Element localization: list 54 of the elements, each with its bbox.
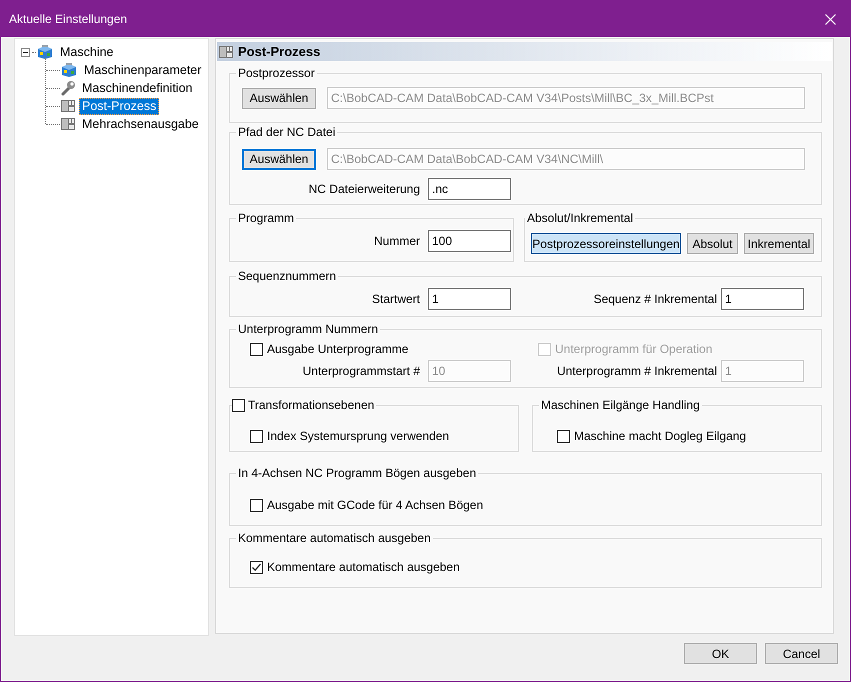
group-title: Kommentare automatisch ausgeben	[237, 531, 432, 545]
group-title: In 4-Achsen NC Programm Bögen ausgeben	[237, 466, 478, 480]
tree-item[interactable]: Mehrachsenausgabe	[79, 116, 202, 132]
tree-item[interactable]: Maschine	[57, 44, 116, 60]
group-title: Maschinen Eilgänge Handling	[540, 398, 701, 412]
checkbox-label: Kommentare automatisch ausgeben	[267, 560, 460, 574]
mode-button[interactable]: Absolut	[687, 233, 738, 254]
field-label: NC Dateierweiterung	[308, 182, 420, 196]
machine-icon	[60, 62, 78, 78]
select-button[interactable]: Auswählen	[242, 148, 316, 170]
window-title: Aktuelle Einstellungen	[9, 12, 128, 26]
group-title: Unterprogramm Nummern	[237, 322, 380, 336]
checkbox-label: Index Systemursprung verwenden	[267, 429, 450, 443]
dialog-button[interactable]: OK	[684, 643, 757, 664]
text-field[interactable]: .nc	[428, 178, 511, 200]
field-label: Nummer	[372, 234, 420, 248]
group-title: Programm	[237, 211, 296, 225]
close-icon[interactable]	[825, 14, 836, 24]
checkbox-label: Unterprogramm für Operation	[555, 342, 712, 356]
checkbox[interactable]	[250, 498, 263, 512]
checkbox-label: Ausgabe mit GCode für 4 Achsen Bögen	[267, 498, 484, 512]
panel-icon	[218, 44, 234, 60]
tree-item[interactable]: Maschinendefinition	[79, 80, 196, 96]
group-title: Postprozessor	[237, 66, 316, 80]
text-field[interactable]: 1	[721, 288, 804, 310]
text-field[interactable]: 100	[428, 230, 511, 252]
tree-item[interactable]: Post-Prozess	[79, 98, 160, 114]
mode-button[interactable]: Inkremental	[744, 233, 814, 254]
checkbox[interactable]	[232, 398, 245, 412]
checkbox[interactable]	[250, 560, 263, 574]
checkbox[interactable]	[557, 430, 570, 442]
field-label: Unterprogrammstart #	[302, 364, 420, 378]
field-label: Unterprogramm # Inkremental	[556, 364, 717, 378]
checkbox-label: Maschine macht Dogleg Eilgang	[574, 429, 746, 443]
panel-title: Post-Prozess	[238, 44, 320, 59]
checkbox[interactable]	[250, 430, 263, 442]
panel-icon	[60, 116, 76, 132]
text-field[interactable]: 1	[428, 288, 511, 310]
group-title: Absolut/Inkremental	[526, 211, 634, 225]
select-button[interactable]: Auswählen	[242, 88, 316, 108]
field-label: Sequenz # Inkremental	[592, 292, 717, 306]
group-title: Sequenznummern	[237, 269, 338, 283]
checkbox-label: Transformationsebenen	[248, 398, 374, 412]
checkbox[interactable]	[250, 342, 263, 356]
collapse-icon[interactable]	[21, 48, 30, 56]
wrench-icon	[60, 80, 76, 96]
dialog-button[interactable]: Cancel	[765, 643, 838, 664]
tree-item[interactable]: Maschinenparameter	[81, 62, 204, 78]
machine-icon	[36, 44, 54, 60]
checkbox-label: Ausgabe Unterprogramme	[267, 342, 408, 356]
panel-icon	[60, 98, 76, 114]
mode-button[interactable]: Postprozessoreinstellungen	[531, 233, 681, 254]
group-title: Pfad der NC Datei	[237, 125, 336, 139]
field-label: Startwert	[370, 292, 420, 306]
